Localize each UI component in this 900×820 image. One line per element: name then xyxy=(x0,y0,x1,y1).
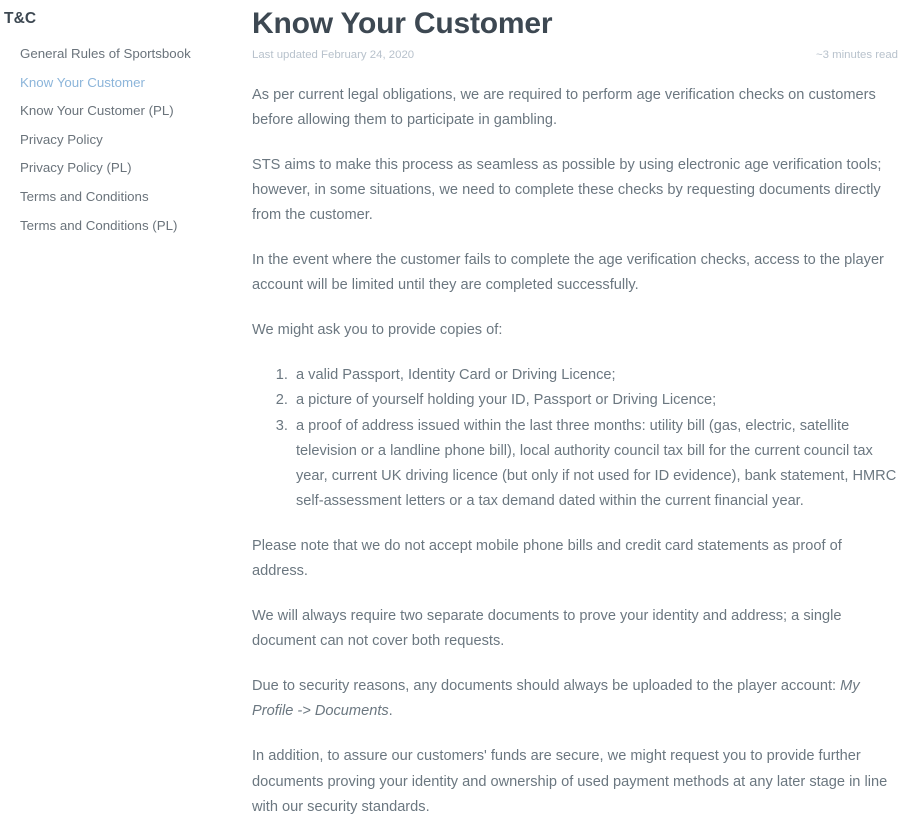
paragraph-failed-checks: In the event where the customer fails to… xyxy=(252,252,884,294)
paragraph-upload-location: Due to security reasons, any documents s… xyxy=(252,674,900,724)
upload-location-tail: . xyxy=(388,703,393,720)
sidebar-list-item: Terms and Conditions xyxy=(0,183,248,212)
list-item: a proof of address issued within the las… xyxy=(292,414,900,514)
sidebar-list-item: General Rules of Sportsbook xyxy=(0,40,248,69)
read-time-text: ~3 minutes read xyxy=(816,48,898,61)
page-root: T&C General Rules of Sportsbook Know You… xyxy=(0,0,900,815)
sidebar-list-item: Know Your Customer xyxy=(0,69,248,98)
paragraph-sts-process: STS aims to make this process as seamles… xyxy=(252,156,882,223)
sidebar-list-item: Know Your Customer (PL) xyxy=(0,97,248,126)
paragraph-further-documents: In addition, to assure our customers' fu… xyxy=(252,748,888,815)
last-updated-text: Last updated February 24, 2020 xyxy=(252,48,415,61)
paragraph-not-accepted: Please note that we do not accept mobile… xyxy=(252,537,842,579)
list-item: a valid Passport, Identity Card or Drivi… xyxy=(292,363,900,388)
sidebar-list-item: Terms and Conditions (PL) xyxy=(0,211,248,240)
sidebar-nav: General Rules of Sportsbook Know Your Cu… xyxy=(0,40,248,240)
article-body: As per current legal obligations, we are… xyxy=(252,83,900,820)
paragraph-copies-lead-in: We might ask you to provide copies of: xyxy=(252,322,503,339)
document-requirements-list: a valid Passport, Identity Card or Drivi… xyxy=(252,363,900,514)
sidebar-item-terms-and-conditions[interactable]: Terms and Conditions xyxy=(0,183,248,212)
sidebar-item-know-your-customer[interactable]: Know Your Customer xyxy=(0,69,248,98)
sidebar: T&C General Rules of Sportsbook Know You… xyxy=(0,0,248,793)
sidebar-item-terms-and-conditions-pl[interactable]: Terms and Conditions (PL) xyxy=(0,211,248,240)
sidebar-item-general-rules-of-sportsbook[interactable]: General Rules of Sportsbook xyxy=(0,40,248,69)
paragraph-intro: As per current legal obligations, we are… xyxy=(252,86,876,128)
sidebar-list-item: Privacy Policy (PL) xyxy=(0,154,248,183)
sidebar-item-privacy-policy[interactable]: Privacy Policy xyxy=(0,126,248,155)
article-content: Know Your Customer Last updated February… xyxy=(248,0,900,815)
upload-location-lead: Due to security reasons, any documents s… xyxy=(252,678,841,695)
list-item: a picture of yourself holding your ID, P… xyxy=(292,388,900,413)
sidebar-heading: T&C xyxy=(4,10,37,27)
sidebar-item-know-your-customer-pl[interactable]: Know Your Customer (PL) xyxy=(0,97,248,126)
article-meta: Last updated February 24, 2020 ~3 minute… xyxy=(252,49,900,61)
sidebar-list-item: Privacy Policy xyxy=(0,126,248,155)
sidebar-item-privacy-policy-pl[interactable]: Privacy Policy (PL) xyxy=(0,154,248,183)
page-title: Know Your Customer xyxy=(252,7,553,40)
paragraph-two-documents: We will always require two separate docu… xyxy=(252,608,842,650)
sidebar-nav-list: General Rules of Sportsbook Know Your Cu… xyxy=(0,40,248,240)
